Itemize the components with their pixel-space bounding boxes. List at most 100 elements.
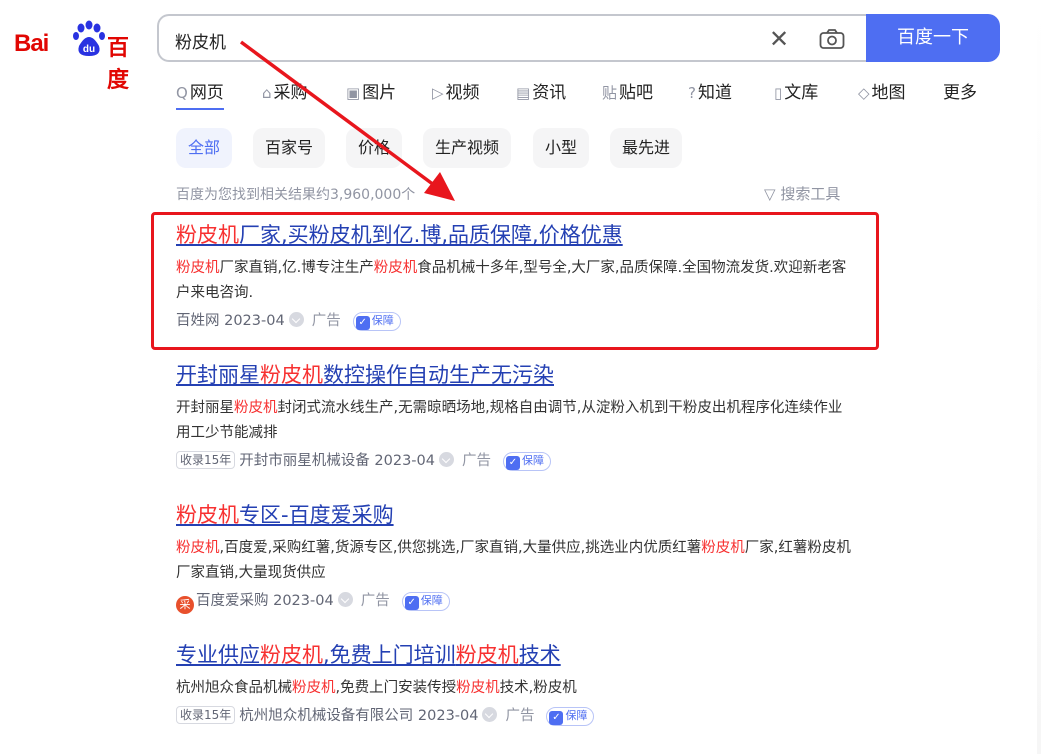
- title-text: 数控操作自动生产无污染: [323, 363, 554, 387]
- image-icon: ▣: [346, 84, 361, 102]
- chip-price[interactable]: 价格: [346, 128, 403, 168]
- filter-icon: ▽: [764, 185, 781, 203]
- check-icon: ✓: [505, 456, 520, 470]
- tab-wenku[interactable]: ▯ 文库: [774, 78, 818, 103]
- tab-label: 网页: [189, 83, 224, 103]
- desc-text: ,免费上门安装传授: [335, 680, 457, 696]
- guarantee-badge[interactable]: ✓ 保障: [546, 707, 595, 726]
- logo-baidu-cn-text: 百度: [107, 36, 130, 93]
- tab-label: 资讯: [532, 83, 567, 103]
- result-meta: 采百度爱采购 2023-04 广告 ✓ 保障: [176, 588, 856, 614]
- desc-text: ,百度爱,采购红薯,货源专区,供您挑选,厂家直销,大量供应,挑选业内优质红薯: [219, 540, 702, 556]
- store-icon: 采: [176, 596, 194, 614]
- tab-tieba[interactable]: 贴贴吧: [602, 78, 653, 103]
- badge-label: 保障: [420, 594, 443, 607]
- chip-baijiahao[interactable]: 百家号: [253, 128, 326, 168]
- result-meta: 收录15年 杭州旭众机械设备有限公司 2023-04 广告 ✓ 保障: [176, 703, 856, 729]
- tab-purchase[interactable]: ⌂ 采购: [262, 78, 308, 103]
- annotation-highlight-box: [151, 212, 879, 350]
- title-text: 专区-百度爱采购: [239, 503, 394, 527]
- question-icon: ?: [688, 84, 696, 102]
- title-text: 技术: [518, 643, 561, 667]
- tab-label: 文库: [784, 83, 819, 103]
- video-icon: ▷: [432, 84, 444, 102]
- record-badge: 收录15年: [176, 451, 236, 469]
- tab-more[interactable]: 更多: [943, 78, 977, 103]
- desc-highlight: 粉皮机: [701, 540, 745, 556]
- search-result: 粉皮机专区-百度爱采购 粉皮机,百度爱,采购红薯,货源专区,供您挑选,厂家直销,…: [176, 500, 856, 614]
- chevron-down-icon[interactable]: [482, 707, 498, 722]
- search-button[interactable]: 百度一下: [866, 14, 1000, 62]
- result-title-link[interactable]: 粉皮机专区-百度爱采购: [176, 500, 856, 530]
- guarantee-badge[interactable]: ✓ 保障: [401, 592, 450, 611]
- chip-advanced[interactable]: 最先进: [610, 128, 683, 168]
- chevron-down-icon[interactable]: [438, 452, 454, 467]
- title-text: 专业供应: [176, 643, 260, 667]
- tab-images[interactable]: ▣ 图片: [346, 78, 396, 103]
- tab-label: 视频: [445, 83, 480, 103]
- search-result: 开封丽星粉皮机数控操作自动生产无污染 开封丽星粉皮机封闭式流水线生产,无需晾晒场…: [176, 360, 856, 474]
- desc-highlight: 粉皮机: [234, 400, 278, 416]
- document-icon: ▯: [774, 84, 783, 102]
- tab-label: 图片: [362, 83, 397, 103]
- result-description: 粉皮机,百度爱,采购红薯,货源专区,供您挑选,厂家直销,大量供应,挑选业内优质红…: [176, 536, 856, 586]
- search-result: 专业供应粉皮机,免费上门培训粉皮机技术 杭州旭众食品机械粉皮机,免费上门安装传授…: [176, 640, 856, 729]
- result-title-link[interactable]: 专业供应粉皮机,免费上门培训粉皮机技术: [176, 640, 856, 670]
- tab-label: 贴吧: [619, 83, 654, 103]
- tab-label: 知道: [697, 83, 732, 103]
- logo-du-text: du: [83, 44, 95, 55]
- check-icon: ✓: [549, 711, 564, 725]
- ad-label: 广告: [461, 453, 491, 469]
- tab-label: 地图: [871, 83, 906, 103]
- title-highlight: 粉皮机: [260, 643, 323, 667]
- tab-news[interactable]: ▤ 资讯: [516, 78, 566, 103]
- result-description: 杭州旭众食品机械粉皮机,免费上门安装传授粉皮机技术,粉皮机: [176, 676, 856, 701]
- badge-label: 保障: [521, 454, 544, 467]
- tab-zhidao[interactable]: ? 知道: [688, 78, 732, 103]
- chevron-down-icon[interactable]: [337, 592, 353, 607]
- right-edge-divider: [1037, 0, 1041, 754]
- ad-label: 广告: [505, 708, 535, 724]
- result-meta: 收录15年 开封市丽星机械设备 2023-04 广告 ✓ 保障: [176, 448, 856, 474]
- result-title-link[interactable]: 开封丽星粉皮机数控操作自动生产无污染: [176, 360, 856, 390]
- chip-all[interactable]: 全部: [176, 128, 233, 168]
- baidu-logo[interactable]: Bai du 百度: [14, 20, 140, 93]
- desc-highlight: 粉皮机: [292, 680, 336, 696]
- result-source[interactable]: 开封市丽星机械设备 2023-04: [239, 453, 435, 469]
- check-icon: ✓: [404, 596, 419, 610]
- search-tools-button[interactable]: ▽ 搜索工具: [764, 183, 840, 204]
- map-icon: ◇: [858, 84, 870, 102]
- title-text: ,免费上门培训: [323, 643, 456, 667]
- search-query-text: 粉皮机: [175, 33, 226, 53]
- title-highlight: 粉皮机: [260, 363, 323, 387]
- desc-highlight: 粉皮机: [456, 680, 500, 696]
- result-description: 开封丽星粉皮机封闭式流水线生产,无需晾晒场地,规格自由调节,从淀粉入机到干粉皮出…: [176, 396, 856, 446]
- tab-label: 更多: [943, 83, 977, 103]
- title-highlight: 粉皮机: [455, 643, 519, 667]
- title-highlight: 粉皮机: [176, 503, 239, 527]
- search-bar: 粉皮机 ✕ 百度一下: [157, 14, 1000, 62]
- desc-text: 技术,粉皮机: [499, 680, 577, 696]
- paw-logo-icon: du: [73, 20, 105, 56]
- result-source[interactable]: 百度爱采购 2023-04: [196, 593, 334, 609]
- logo-bai-text: Bai: [14, 30, 49, 57]
- guarantee-badge[interactable]: ✓ 保障: [502, 452, 551, 471]
- tieba-icon: 贴: [602, 84, 618, 102]
- result-count: 百度为您找到相关结果约3,960,000个: [176, 187, 416, 203]
- badge-label: 保障: [565, 709, 588, 722]
- clear-icon[interactable]: ✕: [769, 25, 789, 53]
- tab-map[interactable]: ◇ 地图: [858, 78, 906, 103]
- result-source[interactable]: 杭州旭众机械设备有限公司 2023-04: [239, 708, 478, 724]
- desc-text: 杭州旭众食品机械: [176, 680, 292, 696]
- shop-icon: ⌂: [262, 84, 272, 102]
- search-tools-label: 搜索工具: [780, 185, 841, 203]
- chip-small[interactable]: 小型: [533, 128, 590, 168]
- tab-web[interactable]: Q 网页: [176, 78, 224, 110]
- camera-icon[interactable]: [819, 28, 845, 50]
- chip-production-video[interactable]: 生产视频: [423, 128, 512, 168]
- tab-video[interactable]: ▷ 视频: [432, 78, 480, 103]
- news-icon: ▤: [516, 84, 531, 102]
- ad-label: 广告: [360, 593, 390, 609]
- desc-text: 开封丽星: [176, 400, 234, 416]
- search-input[interactable]: 粉皮机 ✕: [157, 14, 877, 62]
